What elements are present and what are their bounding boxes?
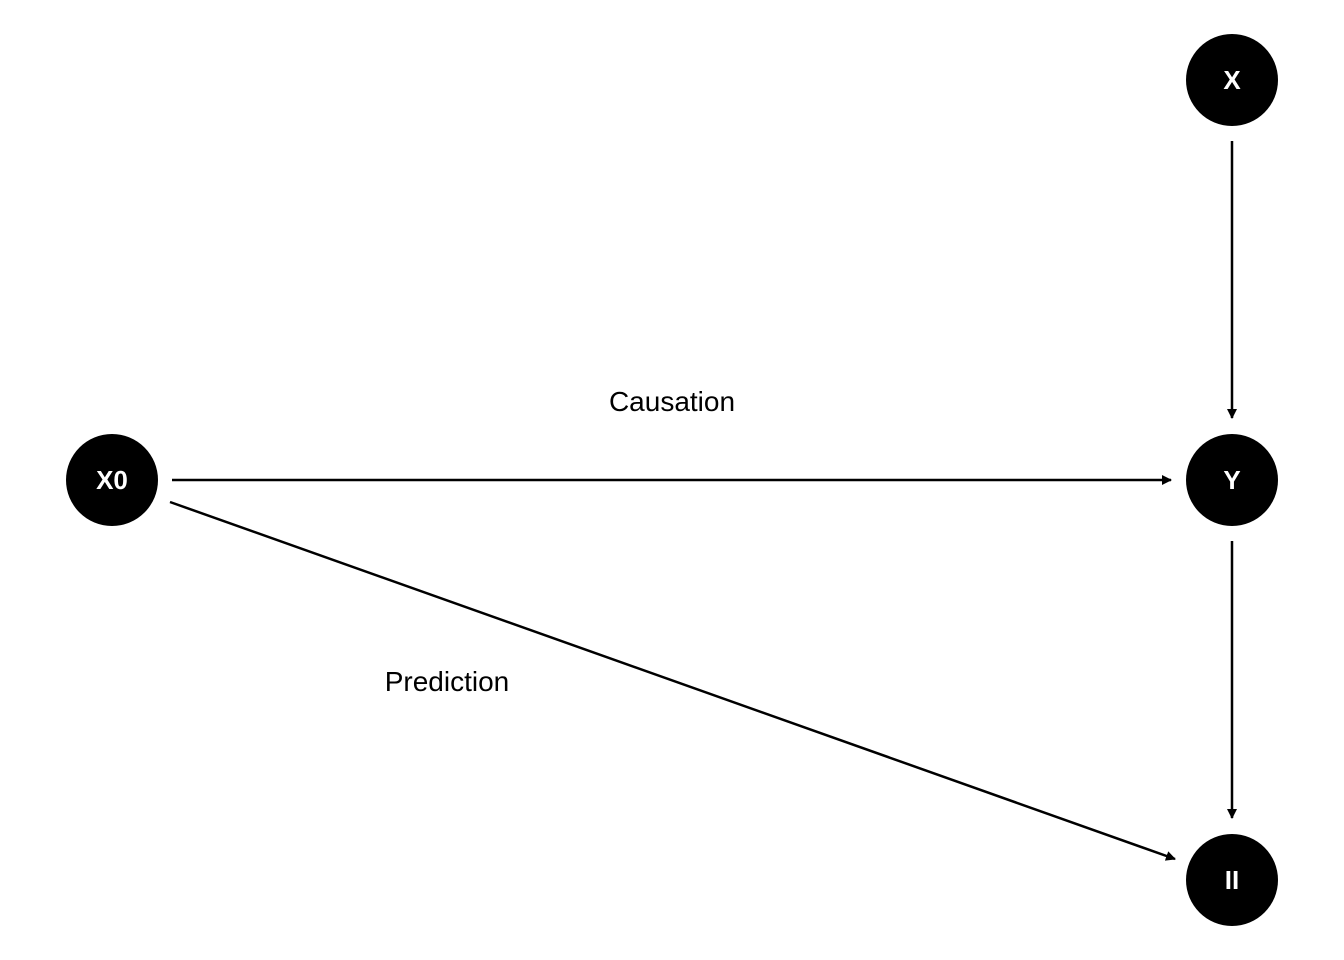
edge-x0-to-ii-prediction [169,500,1176,861]
node-ii: II [1186,834,1278,926]
causal-diagram: Causation Prediction X X0 Y II [66,34,1278,926]
node-x-label: X [1223,65,1241,95]
node-ii-label: II [1225,865,1239,895]
node-x0: X0 [66,434,158,526]
causation-label: Causation [609,386,735,417]
node-x: X [1186,34,1278,126]
prediction-label: Prediction [385,666,510,697]
node-x0-label: X0 [96,465,128,495]
node-y: Y [1186,434,1278,526]
node-y-label: Y [1223,465,1240,495]
